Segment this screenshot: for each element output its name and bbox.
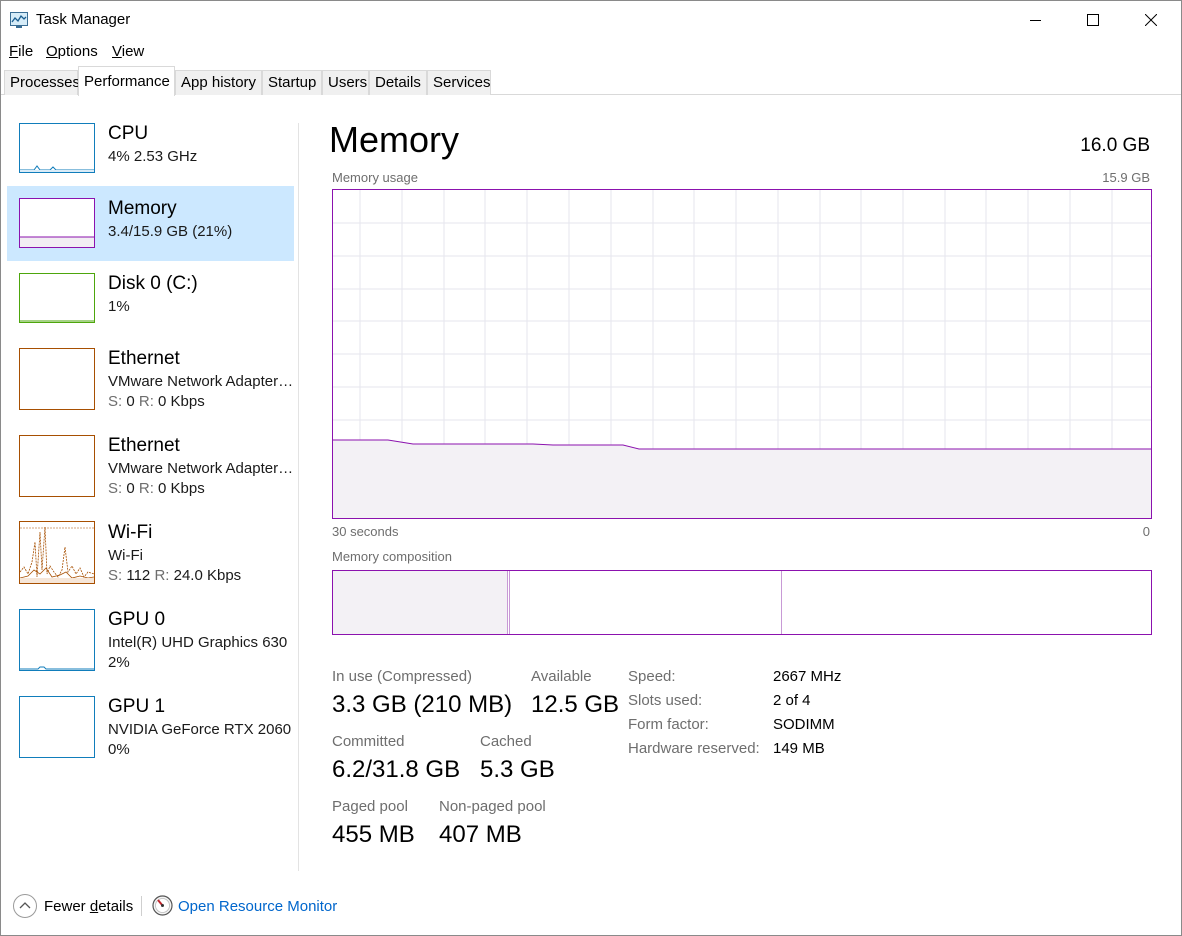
sidebar-item-detail: NVIDIA GeForce RTX 2060 <box>108 721 292 738</box>
ethernet-thumbnail <box>19 435 95 497</box>
sidebar-item-throughput: S: 112 R: 24.0 Kbps <box>108 567 242 584</box>
sidebar-item-throughput: S: 0 R: 0 Kbps <box>108 480 205 497</box>
memory-thumbnail <box>19 198 95 248</box>
cached-label: Cached <box>480 733 532 750</box>
sidebar-item-title: Disk 0 (C:) <box>108 273 198 294</box>
sidebar-item-title: GPU 1 <box>108 696 166 717</box>
footer: Fewer details Open Resource Monitor <box>1 886 1181 926</box>
tab-bar: Processes Performance App history Startu… <box>1 66 1181 96</box>
disk-thumbnail <box>19 273 95 323</box>
maximize-icon <box>1087 14 1099 26</box>
menu-options[interactable]: Options <box>46 43 98 60</box>
composition-in-use[interactable] <box>333 571 508 634</box>
title-bar[interactable]: Task Manager <box>1 1 1181 39</box>
close-button[interactable] <box>1122 1 1180 39</box>
sidebar-item-title: GPU 0 <box>108 609 166 630</box>
hardware-reserved-value: 149 MB <box>773 740 825 757</box>
memory-composition-label: Memory composition <box>332 549 452 564</box>
tab-performance[interactable]: Performance <box>78 66 175 96</box>
sidebar-item-title: Ethernet <box>108 435 180 456</box>
minimize-button[interactable] <box>1007 1 1065 39</box>
sidebar-item-detail: 3.4/15.9 GB (21%) <box>108 223 233 240</box>
task-manager-window: Task Manager File Options View Processes… <box>0 0 1182 936</box>
sidebar-item-ethernet[interactable]: Ethernet VMware Network Adapter VMnet1 S… <box>7 336 294 423</box>
sidebar-item-detail: VMware Network Adapter VMnet8 <box>108 460 294 477</box>
menu-file[interactable]: File <box>9 43 33 60</box>
chevron-up-icon[interactable] <box>13 894 37 918</box>
form-factor-label: Form factor: <box>628 716 709 733</box>
tab-startup[interactable]: Startup <box>262 70 322 95</box>
resource-monitor-icon[interactable] <box>152 895 173 916</box>
nonpaged-pool-label: Non-paged pool <box>439 798 546 815</box>
memory-usage-label: Memory usage <box>332 170 418 185</box>
sidebar-item-ethernet[interactable]: Ethernet VMware Network Adapter VMnet8 S… <box>7 423 294 510</box>
composition-standby[interactable] <box>510 571 782 634</box>
sidebar-item-throughput: S: 0 R: 0 Kbps <box>108 393 205 410</box>
maximize-button[interactable] <box>1064 1 1122 39</box>
sidebar-item-detail: Wi-Fi <box>108 547 143 564</box>
close-icon <box>1145 14 1157 26</box>
page-title: Memory <box>329 119 460 160</box>
menu-bar: File Options View <box>1 39 1181 65</box>
committed-label: Committed <box>332 733 405 750</box>
memory-composition-bar[interactable] <box>332 570 1152 635</box>
tab-processes[interactable]: Processes <box>4 70 80 95</box>
task-manager-icon <box>10 12 28 28</box>
sidebar-item-title: Wi-Fi <box>108 522 153 543</box>
tab-app-history[interactable]: App history <box>175 70 262 95</box>
footer-separator <box>141 896 142 916</box>
sidebar-item-detail: VMware Network Adapter VMnet1 <box>108 373 294 390</box>
tab-users[interactable]: Users <box>322 70 369 95</box>
panel-divider[interactable] <box>298 123 299 871</box>
composition-free[interactable] <box>783 571 1151 634</box>
ethernet-thumbnail <box>19 348 95 410</box>
sidebar-item-title: Ethernet <box>108 348 180 369</box>
time-axis-right: 0 <box>1142 524 1150 539</box>
sidebar-item-disk[interactable]: Disk 0 (C:) 1% <box>7 261 294 336</box>
sidebar-item-gpu1[interactable]: GPU 1 NVIDIA GeForce RTX 2060 0% <box>7 684 294 771</box>
committed-value: 6.2/31.8 GB <box>332 756 461 783</box>
memory-total: 16.0 GB <box>1080 135 1150 156</box>
slots-value: 2 of 4 <box>773 692 811 709</box>
hardware-reserved-label: Hardware reserved: <box>628 740 760 757</box>
wifi-thumbnail <box>19 521 95 584</box>
sidebar-item-wifi[interactable]: Wi-Fi Wi-Fi S: 112 R: 24.0 Kbps <box>7 510 294 597</box>
menu-view[interactable]: View <box>112 43 144 60</box>
slots-label: Slots used: <box>628 692 703 709</box>
sidebar-item-detail: 4% 2.53 GHz <box>108 148 198 165</box>
memory-usage-max: 15.9 GB <box>1102 170 1150 185</box>
speed-label: Speed: <box>628 668 676 685</box>
paged-pool-value: 455 MB <box>332 821 415 848</box>
gpu0-thumbnail <box>19 609 95 671</box>
gpu1-thumbnail <box>19 696 95 758</box>
sidebar-item-title: Memory <box>108 198 177 219</box>
sidebar-item-detail: 1% <box>108 298 130 315</box>
sidebar-item-title: CPU <box>108 123 149 144</box>
open-resource-monitor-link[interactable]: Open Resource Monitor <box>178 898 337 915</box>
memory-usage-svg <box>333 190 1151 518</box>
sidebar-item-gpu0[interactable]: GPU 0 Intel(R) UHD Graphics 630 2% <box>7 597 294 684</box>
sidebar-item-cpu[interactable]: CPU 4% 2.53 GHz <box>7 111 294 186</box>
form-factor-value: SODIMM <box>773 716 835 733</box>
in-use-value: 3.3 GB (210 MB) <box>332 691 513 718</box>
minimize-icon <box>1030 20 1041 21</box>
sidebar-item-memory[interactable]: Memory 3.4/15.9 GB (21%) <box>7 186 294 261</box>
memory-usage-graph <box>332 189 1152 519</box>
available-label: Available <box>531 668 592 685</box>
time-axis-left: 30 seconds <box>332 524 399 539</box>
paged-pool-label: Paged pool <box>332 798 408 815</box>
speed-value: 2667 MHz <box>773 668 842 685</box>
fewer-details-button[interactable]: Fewer details <box>44 898 133 915</box>
cpu-thumbnail <box>19 123 95 173</box>
nonpaged-pool-value: 407 MB <box>439 821 522 848</box>
in-use-label: In use (Compressed) <box>332 668 473 685</box>
sidebar-item-usage: 0% <box>108 741 130 758</box>
cached-value: 5.3 GB <box>480 756 555 783</box>
sidebar-item-usage: 2% <box>108 654 130 671</box>
available-value: 12.5 GB <box>531 691 620 718</box>
sidebar-item-detail: Intel(R) UHD Graphics 630 <box>108 634 288 651</box>
tab-services[interactable]: Services <box>427 70 491 95</box>
window-title: Task Manager <box>36 11 131 28</box>
tab-details[interactable]: Details <box>369 70 427 95</box>
